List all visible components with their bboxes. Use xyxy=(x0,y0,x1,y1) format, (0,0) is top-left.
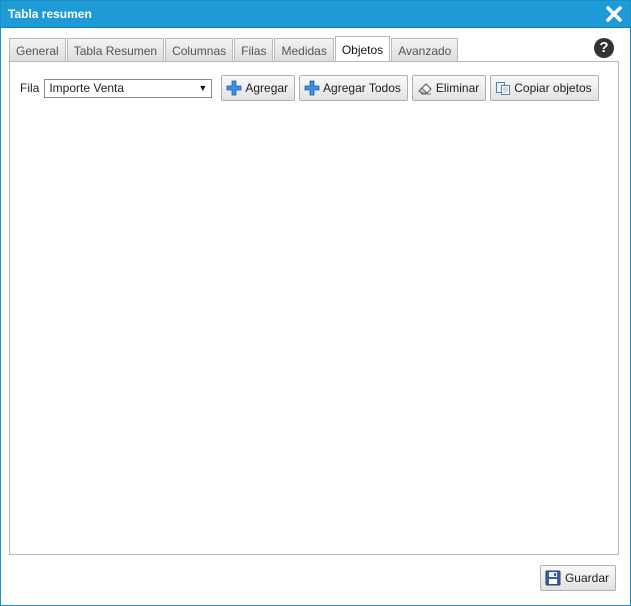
tab-tabla-resumen[interactable]: Tabla Resumen xyxy=(66,38,165,62)
tab-avanzado[interactable]: Avanzado xyxy=(391,38,459,62)
plus-icon xyxy=(304,80,320,96)
plus-icon xyxy=(226,80,242,96)
save-button-label: Guardar xyxy=(564,571,609,585)
delete-button[interactable]: Eliminar xyxy=(411,75,487,101)
help-icon[interactable]: ? xyxy=(594,38,614,58)
tab-strip: General Tabla Resumen Columnas Filas Med… xyxy=(9,36,459,62)
copy-icon xyxy=(496,82,511,95)
dialog-window: Tabla resumen General Tabla Resumen Colu… xyxy=(0,0,631,606)
tab-columnas[interactable]: Columnas xyxy=(165,38,234,62)
fila-select[interactable]: Importe Venta ▼ xyxy=(44,78,213,98)
delete-button-label: Eliminar xyxy=(435,81,480,95)
save-button[interactable]: Guardar xyxy=(539,565,616,591)
close-button[interactable] xyxy=(604,4,624,24)
dropdown-arrow-icon: ▼ xyxy=(198,82,208,93)
dialog-body: General Tabla Resumen Columnas Filas Med… xyxy=(1,28,630,605)
copy-objects-button-label: Copiar objetos xyxy=(514,81,592,95)
floppy-disk-icon xyxy=(545,570,561,586)
add-all-button-label: Agregar Todos xyxy=(323,81,401,95)
objetos-panel: Fila Importe Venta ▼ Agregar Agregar Tod… xyxy=(9,61,619,555)
close-icon xyxy=(606,6,622,22)
window-title: Tabla resumen xyxy=(8,7,92,21)
tab-general[interactable]: General xyxy=(9,38,66,62)
fila-label: Fila xyxy=(20,81,40,95)
tab-medidas[interactable]: Medidas xyxy=(274,38,334,62)
eraser-icon xyxy=(418,83,432,95)
tab-objetos[interactable]: Objetos xyxy=(334,36,391,62)
add-button[interactable]: Agregar xyxy=(221,75,296,101)
objetos-toolbar: Fila Importe Venta ▼ Agregar Agregar Tod… xyxy=(20,75,599,101)
add-button-label: Agregar xyxy=(245,81,289,95)
copy-objects-button[interactable]: Copiar objetos xyxy=(490,75,599,101)
title-bar: Tabla resumen xyxy=(1,1,630,28)
fila-select-value: Importe Venta xyxy=(49,80,125,95)
tab-filas[interactable]: Filas xyxy=(234,38,274,62)
add-all-button[interactable]: Agregar Todos xyxy=(299,75,408,101)
